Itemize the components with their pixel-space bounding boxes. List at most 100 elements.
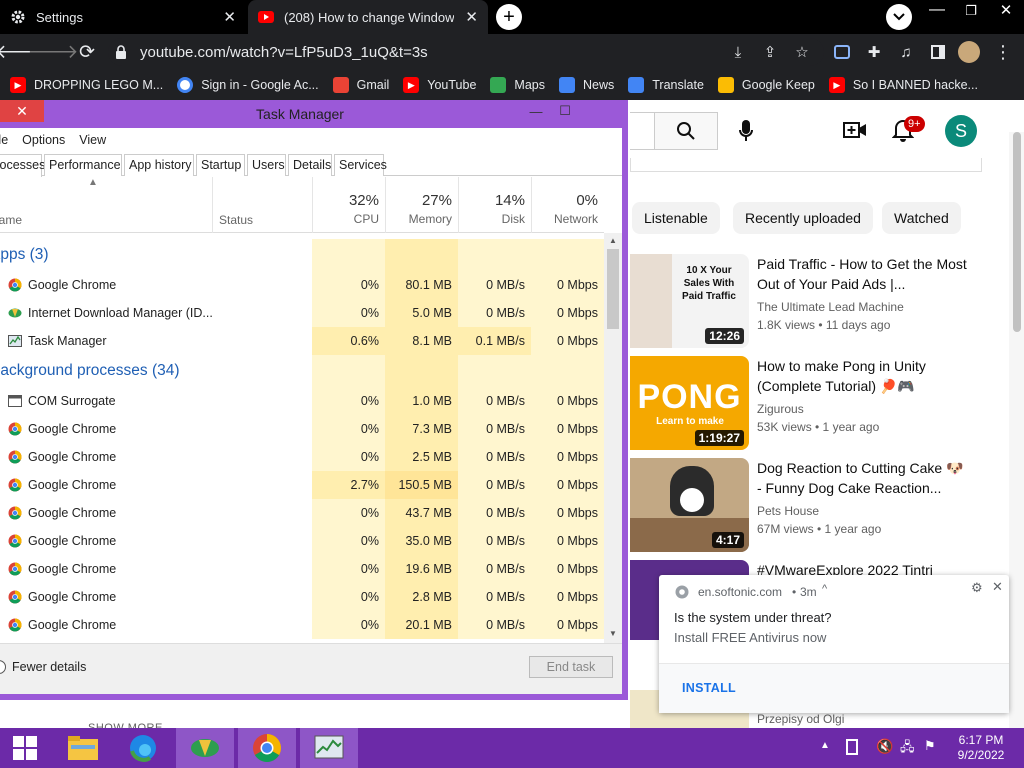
video-thumbnail[interactable]: 4:17	[630, 458, 749, 552]
address-bar[interactable]: youtube.com/watch?v=LfP5uD3_1uQ&t=3s	[108, 38, 824, 66]
media-control-icon[interactable]: ♫	[893, 34, 919, 70]
maximize-button[interactable]: ☐	[551, 100, 579, 122]
column-memory[interactable]: 27% Memory	[385, 177, 458, 233]
action-center-icon[interactable]: ⚑	[924, 738, 936, 754]
edge-taskbar-button[interactable]	[114, 728, 172, 768]
extensions-icon[interactable]: ✚	[861, 34, 887, 70]
tab-startup[interactable]: Startup	[196, 154, 245, 176]
bookmark-item[interactable]: ▶ YouTube	[403, 77, 476, 93]
chevron-up-icon[interactable]: ^	[822, 583, 827, 595]
column-cpu[interactable]: 32% CPU	[312, 177, 385, 233]
video-thumbnail[interactable]: PONG Learn to make 1:19:27	[630, 356, 749, 450]
bookmark-item[interactable]: ▶ So I BANNED hacke...	[828, 77, 978, 93]
tab-services[interactable]: Services	[334, 154, 387, 176]
volume-muted-icon[interactable]: 🔇	[876, 738, 893, 755]
side-panel-icon[interactable]	[925, 34, 951, 70]
share-icon[interactable]: ⇪	[757, 34, 783, 70]
tab-app-history[interactable]: App history	[124, 154, 194, 176]
chevron-up-icon[interactable]	[0, 660, 6, 674]
table-row[interactable]: Internet Download Manager (ID... 0% 5.0 MB…	[0, 299, 604, 327]
create-video-button[interactable]	[843, 120, 867, 140]
channel-name[interactable]: Zigurous	[757, 400, 804, 418]
channel-name[interactable]: Pets House	[757, 502, 819, 520]
show-hidden-icons[interactable]: ▲	[820, 740, 830, 751]
table-row[interactable]: Google Chrome 0% 7.3 MB 0 MB/s 0 Mbps	[0, 415, 604, 443]
bookmark-item[interactable]: Translate	[628, 77, 704, 93]
network-icon[interactable]: 🖧	[900, 738, 915, 760]
table-row[interactable]: Google Chrome 0% 2.5 MB 0 MB/s 0 Mbps	[0, 443, 604, 471]
video-thumbnail[interactable]: 10 X Your Sales With Paid Traffic 12:26	[630, 254, 749, 348]
install-app-icon[interactable]: ⤓	[725, 34, 751, 70]
close-tab-icon[interactable]: ✕	[223, 8, 236, 26]
scroll-down-icon[interactable]: ▼	[609, 629, 617, 638]
tab-details[interactable]: Details	[288, 154, 332, 176]
table-row[interactable]: Google Chrome 0% 20.1 MB 0 MB/s 0 Mbps	[0, 611, 604, 639]
bookmark-star-icon[interactable]: ☆	[789, 34, 815, 70]
browser-menu-icon[interactable]: ⋮	[990, 34, 1016, 70]
reload-button[interactable]: ⟳	[72, 34, 102, 70]
menu-options[interactable]: Options	[22, 133, 65, 147]
tab-youtube[interactable]: (208) How to change Windows 1 ✕	[248, 0, 488, 34]
account-avatar[interactable]: S	[945, 115, 977, 147]
bookmark-item[interactable]: News	[558, 77, 614, 93]
table-row[interactable]: Google Chrome 0% 35.0 MB 0 MB/s 0 Mbps	[0, 527, 604, 555]
table-row[interactable]: Google Chrome 0% 19.6 MB 0 MB/s 0 Mbps	[0, 555, 604, 583]
channel-name[interactable]: The Ultimate Lead Machine	[757, 298, 904, 316]
start-button[interactable]	[0, 728, 50, 768]
search-button[interactable]	[654, 112, 718, 150]
video-title[interactable]: Dog Reaction to Cutting Cake 🐶 - Funny D…	[757, 458, 967, 498]
table-row[interactable]: Google Chrome 0% 2.8 MB 0 MB/s 0 Mbps	[0, 583, 604, 611]
process-list-scrollbar[interactable]: ▲ ▼	[604, 233, 622, 643]
chip-watched[interactable]: Watched	[882, 202, 961, 234]
bookmark-item[interactable]: Google Keep	[717, 77, 815, 93]
video-item[interactable]: PONG Learn to make 1:19:27 How to make P…	[630, 356, 990, 452]
tab-settings[interactable]: Settings ✕	[0, 0, 246, 34]
system-clock[interactable]: 6:17 PM 9/2/2022	[946, 733, 1016, 763]
scroll-thumb[interactable]	[1013, 132, 1021, 332]
column-network[interactable]: 0% Network	[531, 177, 604, 233]
task-manager-titlebar[interactable]: Task Manager — ☐ ✕	[0, 100, 622, 128]
file-explorer-taskbar-button[interactable]	[54, 728, 112, 768]
battery-icon[interactable]	[846, 739, 858, 755]
cast-icon[interactable]	[829, 34, 855, 70]
scroll-thumb[interactable]	[607, 249, 619, 329]
restore-window-button[interactable]: ❐	[954, 0, 988, 24]
search-input[interactable]	[630, 112, 655, 150]
chip-recently-uploaded[interactable]: Recently uploaded	[733, 202, 873, 234]
close-icon[interactable]: ✕	[992, 579, 1003, 595]
voice-search-button[interactable]	[733, 116, 759, 146]
table-row[interactable]: Task Manager 0.6% 8.1 MB 0.1 MB/s 0 Mbps	[0, 327, 604, 355]
table-row[interactable]: Google Chrome 0% 43.7 MB 0 MB/s 0 Mbps	[0, 499, 604, 527]
new-tab-button[interactable]: +	[496, 4, 522, 30]
bookmark-item[interactable]: Maps	[490, 77, 545, 93]
profile-avatar-icon[interactable]	[956, 34, 982, 70]
process-group-header[interactable]: Apps (3)	[0, 239, 604, 271]
settings-gear-icon[interactable]: ⚙	[971, 580, 983, 596]
task-manager-taskbar-button[interactable]	[300, 728, 358, 768]
video-title[interactable]: How to make Pong in Unity (Complete Tuto…	[757, 356, 967, 396]
end-task-button[interactable]: End task	[529, 656, 613, 678]
fewer-details-link[interactable]: Fewer details	[12, 660, 86, 674]
video-item[interactable]: 10 X Your Sales With Paid Traffic 12:26 …	[630, 254, 990, 350]
process-group-header[interactable]: Background processes (34)	[0, 355, 604, 387]
column-status[interactable]: Status	[212, 177, 312, 233]
forward-button[interactable]: 🡒	[28, 34, 79, 70]
tab-search-button[interactable]	[886, 4, 912, 30]
chrome-taskbar-button[interactable]	[238, 728, 296, 768]
chip-listenable[interactable]: Listenable	[632, 202, 720, 234]
tab-performance[interactable]: Performance	[44, 154, 122, 176]
video-title[interactable]: Paid Traffic - How to Get the Most Out o…	[757, 254, 967, 294]
table-row[interactable]: Google Chrome 2.7% 150.5 MB 0 MB/s 0 Mbps	[0, 471, 604, 499]
menu-file[interactable]: File	[0, 133, 8, 147]
minimize-window-button[interactable]: —	[920, 0, 954, 24]
close-tab-icon[interactable]: ✕	[465, 8, 478, 26]
minimize-button[interactable]: —	[522, 100, 550, 122]
close-window-button[interactable]: ✕	[988, 0, 1024, 24]
column-name[interactable]: Name	[0, 213, 22, 227]
bookmark-item[interactable]: Gmail	[332, 77, 389, 93]
tab-processes[interactable]: Processes	[0, 154, 45, 177]
install-button[interactable]: INSTALL	[682, 681, 736, 695]
page-scrollbar[interactable]	[1009, 132, 1024, 728]
bookmark-item[interactable]: ▶ DROPPING LEGO M...	[10, 77, 163, 93]
table-row[interactable]: COM Surrogate 0% 1.0 MB 0 MB/s 0 Mbps	[0, 387, 604, 415]
